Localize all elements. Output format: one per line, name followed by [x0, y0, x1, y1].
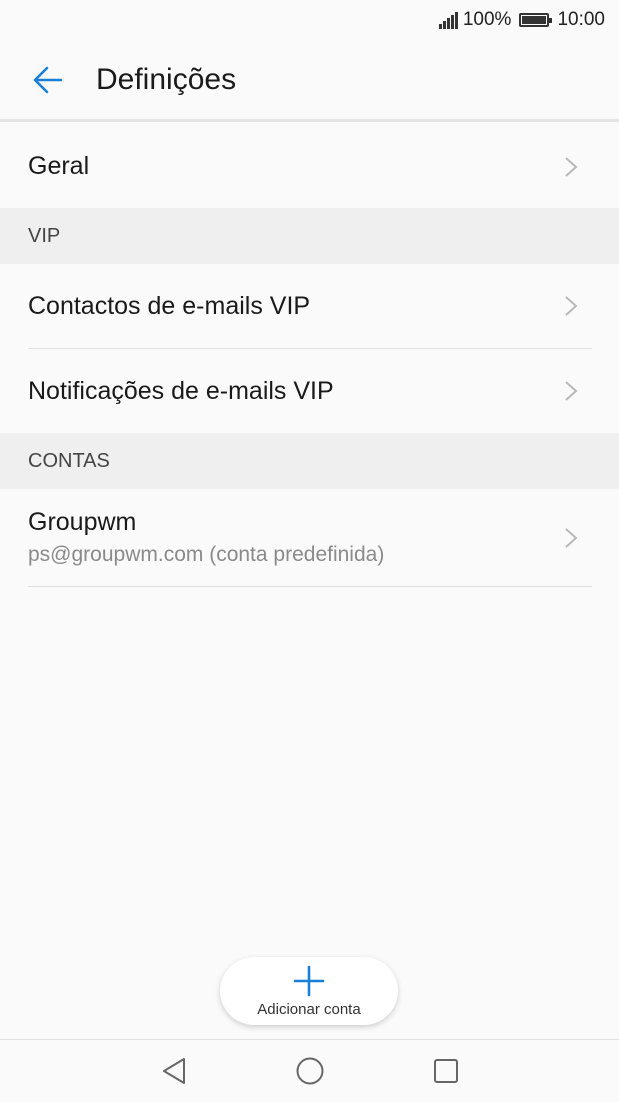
section-header-vip-label: VIP — [28, 224, 61, 247]
chevron-right-icon — [565, 527, 578, 548]
page-title: Definições — [96, 62, 237, 96]
account-item-groupwm[interactable]: Groupwm ps@groupwm.com (conta predefinid… — [0, 489, 619, 586]
chevron-right-icon — [565, 296, 578, 316]
status-bar: 100% 10:00 — [0, 0, 619, 40]
vip-contacts-label: Contactos de e-mails VIP — [28, 291, 311, 320]
nav-back-icon — [162, 1058, 185, 1084]
back-button[interactable] — [18, 50, 78, 110]
vip-contacts-item[interactable]: Contactos de e-mails VIP — [0, 264, 619, 348]
section-header-accounts-label: CONTAS — [28, 449, 110, 472]
signal-icon — [438, 11, 459, 29]
account-detail: ps@groupwm.com (conta predefinida) — [28, 543, 385, 566]
chevron-right-icon — [565, 156, 578, 177]
nav-recents-icon — [433, 1059, 458, 1083]
vip-notifications-label: Notificações de e-mails VIP — [28, 376, 334, 405]
nav-recents-button[interactable] — [426, 1051, 466, 1091]
chevron-right-icon — [565, 381, 578, 401]
vip-notifications-item[interactable]: Notificações de e-mails VIP — [0, 349, 619, 433]
battery-icon — [519, 13, 553, 27]
general-settings-label: Geral — [28, 152, 90, 180]
nav-home-icon — [296, 1057, 323, 1085]
section-header-vip: VIP — [0, 208, 619, 264]
plus-icon — [293, 965, 325, 996]
account-name: Groupwm — [28, 508, 137, 536]
app-bar: Definições — [0, 40, 619, 122]
divider — [28, 586, 592, 587]
nav-home-button[interactable] — [290, 1051, 330, 1091]
nav-back-button[interactable] — [154, 1051, 194, 1091]
add-account-button[interactable]: Adicionar conta — [220, 957, 398, 1025]
navigation-bar — [0, 1039, 619, 1102]
battery-percent: 100% — [462, 9, 512, 30]
general-settings-item[interactable]: Geral — [0, 125, 619, 208]
clock: 10:00 — [557, 9, 605, 30]
section-header-accounts: CONTAS — [0, 433, 619, 489]
back-arrow-icon — [33, 66, 63, 93]
add-account-label: Adicionar conta — [257, 1000, 361, 1018]
